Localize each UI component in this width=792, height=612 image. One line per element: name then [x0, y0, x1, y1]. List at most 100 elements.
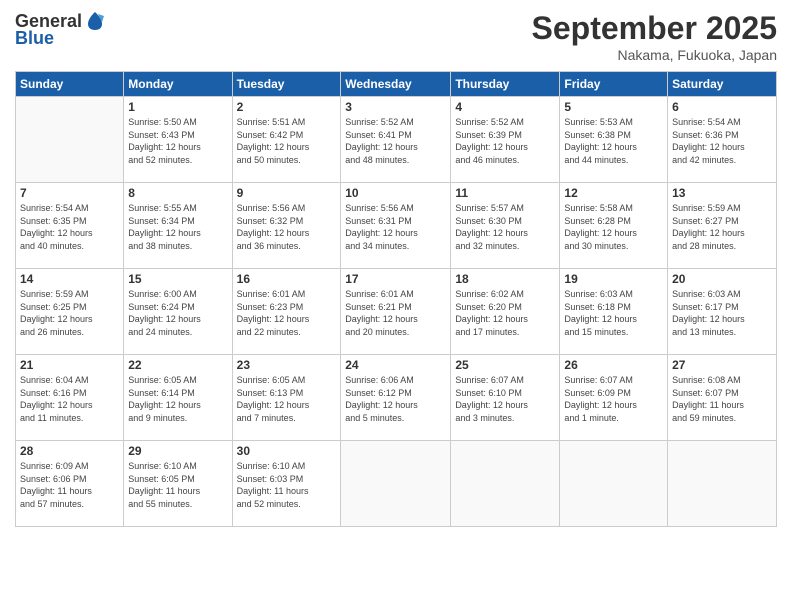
day-number: 16 [237, 272, 337, 286]
day-number: 7 [20, 186, 119, 200]
table-row: 6 Sunrise: 5:54 AM Sunset: 6:36 PM Daylig… [668, 97, 777, 183]
day-info: Sunrise: 6:05 AM Sunset: 6:14 PM Dayligh… [128, 374, 227, 424]
day-number: 21 [20, 358, 119, 372]
day-info: Sunrise: 5:54 AM Sunset: 6:35 PM Dayligh… [20, 202, 119, 252]
table-row: 23 Sunrise: 6:05 AM Sunset: 6:13 PM Dayli… [232, 355, 341, 441]
header: General Blue September 2025 Nakama, Fuku… [15, 10, 777, 63]
day-info: Sunrise: 6:00 AM Sunset: 6:24 PM Dayligh… [128, 288, 227, 338]
day-number: 1 [128, 100, 227, 114]
table-row: 1Sunrise: 5:50 AM Sunset: 6:43 PM Daylig… [124, 97, 232, 183]
day-number: 17 [345, 272, 446, 286]
day-info: Sunrise: 6:01 AM Sunset: 6:21 PM Dayligh… [345, 288, 446, 338]
col-thursday: Thursday [451, 72, 560, 97]
day-number: 25 [455, 358, 555, 372]
table-row: 16 Sunrise: 6:01 AM Sunset: 6:23 PM Dayli… [232, 269, 341, 355]
day-info: Sunrise: 6:07 AM Sunset: 6:10 PM Dayligh… [455, 374, 555, 424]
location-subtitle: Nakama, Fukuoka, Japan [532, 47, 777, 63]
day-number: 22 [128, 358, 227, 372]
table-row: 5Sunrise: 5:53 AM Sunset: 6:38 PM Daylig… [560, 97, 668, 183]
day-number: 3 [345, 100, 446, 114]
logo-icon [84, 10, 106, 32]
day-number: 18 [455, 272, 555, 286]
day-info: Sunrise: 6:06 AM Sunset: 6:12 PM Dayligh… [345, 374, 446, 424]
day-number: 20 [672, 272, 772, 286]
logo: General Blue [15, 10, 106, 49]
day-number: 30 [237, 444, 337, 458]
day-number: 28 [20, 444, 119, 458]
day-number: 9 [237, 186, 337, 200]
title-block: September 2025 Nakama, Fukuoka, Japan [532, 10, 777, 63]
day-info: Sunrise: 6:02 AM Sunset: 6:20 PM Dayligh… [455, 288, 555, 338]
table-row: 26 Sunrise: 6:07 AM Sunset: 6:09 PM Dayli… [560, 355, 668, 441]
table-row [16, 97, 124, 183]
table-row: 24 Sunrise: 6:06 AM Sunset: 6:12 PM Dayli… [341, 355, 451, 441]
col-sunday: Sunday [16, 72, 124, 97]
table-row: 4Sunrise: 5:52 AM Sunset: 6:39 PM Daylig… [451, 97, 560, 183]
day-number: 15 [128, 272, 227, 286]
table-row: 25 Sunrise: 6:07 AM Sunset: 6:10 PM Dayli… [451, 355, 560, 441]
table-row: 19Sunrise: 6:03 AM Sunset: 6:18 PM Dayli… [560, 269, 668, 355]
table-row: 9 Sunrise: 5:56 AM Sunset: 6:32 PM Daylig… [232, 183, 341, 269]
day-info: Sunrise: 5:59 AM Sunset: 6:25 PM Dayligh… [20, 288, 119, 338]
day-info: Sunrise: 6:05 AM Sunset: 6:13 PM Dayligh… [237, 374, 337, 424]
calendar-week-row: 1Sunrise: 5:50 AM Sunset: 6:43 PM Daylig… [16, 97, 777, 183]
day-number: 4 [455, 100, 555, 114]
day-info: Sunrise: 6:04 AM Sunset: 6:16 PM Dayligh… [20, 374, 119, 424]
day-info: Sunrise: 6:08 AM Sunset: 6:07 PM Dayligh… [672, 374, 772, 424]
day-number: 10 [345, 186, 446, 200]
day-info: Sunrise: 5:57 AM Sunset: 6:30 PM Dayligh… [455, 202, 555, 252]
calendar-table: Sunday Monday Tuesday Wednesday Thursday… [15, 71, 777, 527]
day-number: 27 [672, 358, 772, 372]
table-row: 7 Sunrise: 5:54 AM Sunset: 6:35 PM Daylig… [16, 183, 124, 269]
day-number: 13 [672, 186, 772, 200]
table-row [451, 441, 560, 527]
table-row: 2Sunrise: 5:51 AM Sunset: 6:42 PM Daylig… [232, 97, 341, 183]
table-row: 15 Sunrise: 6:00 AM Sunset: 6:24 PM Dayli… [124, 269, 232, 355]
table-row: 14 Sunrise: 5:59 AM Sunset: 6:25 PM Dayli… [16, 269, 124, 355]
table-row: 8Sunrise: 5:55 AM Sunset: 6:34 PM Daylig… [124, 183, 232, 269]
day-number: 26 [564, 358, 663, 372]
table-row [668, 441, 777, 527]
day-info: Sunrise: 6:07 AM Sunset: 6:09 PM Dayligh… [564, 374, 663, 424]
table-row: 29 Sunrise: 6:10 AM Sunset: 6:05 PM Dayli… [124, 441, 232, 527]
table-row: 13Sunrise: 5:59 AM Sunset: 6:27 PM Dayli… [668, 183, 777, 269]
day-number: 23 [237, 358, 337, 372]
calendar-week-row: 7 Sunrise: 5:54 AM Sunset: 6:35 PM Daylig… [16, 183, 777, 269]
table-row: 12 Sunrise: 5:58 AM Sunset: 6:28 PM Dayli… [560, 183, 668, 269]
day-info: Sunrise: 5:52 AM Sunset: 6:41 PM Dayligh… [345, 116, 446, 166]
day-info: Sunrise: 6:03 AM Sunset: 6:17 PM Dayligh… [672, 288, 772, 338]
table-row: 21 Sunrise: 6:04 AM Sunset: 6:16 PM Dayli… [16, 355, 124, 441]
day-info: Sunrise: 6:09 AM Sunset: 6:06 PM Dayligh… [20, 460, 119, 510]
day-number: 6 [672, 100, 772, 114]
table-row: 18 Sunrise: 6:02 AM Sunset: 6:20 PM Dayli… [451, 269, 560, 355]
day-info: Sunrise: 6:10 AM Sunset: 6:05 PM Dayligh… [128, 460, 227, 510]
table-row [341, 441, 451, 527]
day-number: 24 [345, 358, 446, 372]
day-info: Sunrise: 6:01 AM Sunset: 6:23 PM Dayligh… [237, 288, 337, 338]
day-info: Sunrise: 5:56 AM Sunset: 6:31 PM Dayligh… [345, 202, 446, 252]
table-row: 22 Sunrise: 6:05 AM Sunset: 6:14 PM Dayli… [124, 355, 232, 441]
day-info: Sunrise: 5:54 AM Sunset: 6:36 PM Dayligh… [672, 116, 772, 166]
table-row: 27 Sunrise: 6:08 AM Sunset: 6:07 PM Dayli… [668, 355, 777, 441]
col-monday: Monday [124, 72, 232, 97]
calendar-week-row: 14 Sunrise: 5:59 AM Sunset: 6:25 PM Dayli… [16, 269, 777, 355]
table-row: 3 Sunrise: 5:52 AM Sunset: 6:41 PM Daylig… [341, 97, 451, 183]
day-info: Sunrise: 5:53 AM Sunset: 6:38 PM Dayligh… [564, 116, 663, 166]
table-row [560, 441, 668, 527]
month-title: September 2025 [532, 10, 777, 47]
table-row: 10 Sunrise: 5:56 AM Sunset: 6:31 PM Dayli… [341, 183, 451, 269]
table-row: 30Sunrise: 6:10 AM Sunset: 6:03 PM Dayli… [232, 441, 341, 527]
day-number: 14 [20, 272, 119, 286]
col-tuesday: Tuesday [232, 72, 341, 97]
table-row: 17 Sunrise: 6:01 AM Sunset: 6:21 PM Dayli… [341, 269, 451, 355]
calendar-week-row: 21 Sunrise: 6:04 AM Sunset: 6:16 PM Dayli… [16, 355, 777, 441]
col-saturday: Saturday [668, 72, 777, 97]
day-number: 12 [564, 186, 663, 200]
day-number: 29 [128, 444, 227, 458]
day-number: 19 [564, 272, 663, 286]
logo-blue: Blue [15, 28, 54, 49]
col-friday: Friday [560, 72, 668, 97]
day-info: Sunrise: 5:56 AM Sunset: 6:32 PM Dayligh… [237, 202, 337, 252]
day-info: Sunrise: 5:58 AM Sunset: 6:28 PM Dayligh… [564, 202, 663, 252]
calendar-week-row: 28 Sunrise: 6:09 AM Sunset: 6:06 PM Dayli… [16, 441, 777, 527]
